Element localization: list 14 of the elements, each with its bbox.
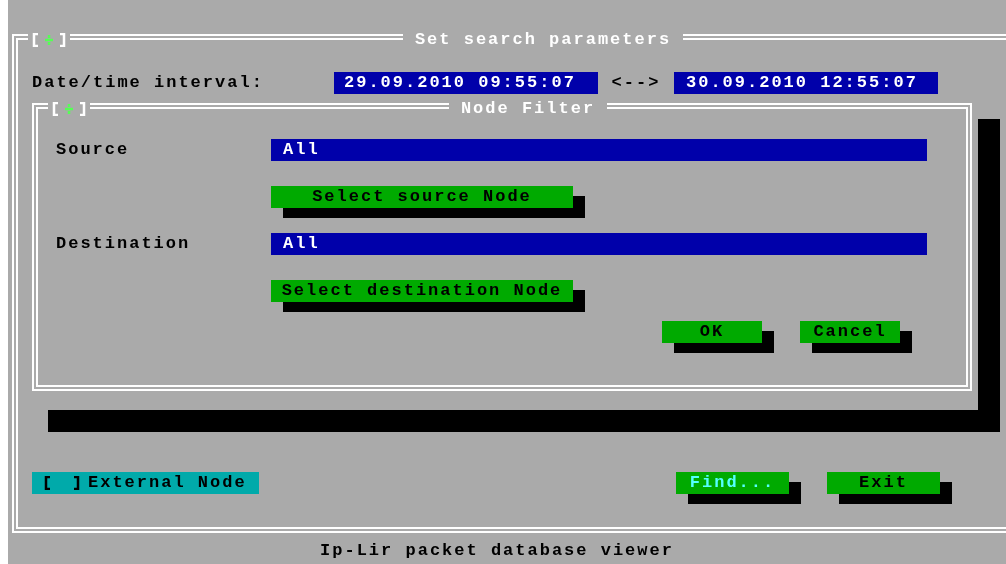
field-label: Source <box>56 139 131 162</box>
range-separator: <--> <box>610 72 662 95</box>
close-icon[interactable] <box>52 101 86 116</box>
field-label: Date/time interval: <box>32 72 265 95</box>
date-field[interactable]: 30.09.2010 12:55:07 <box>674 72 938 94</box>
checkbox-label: External Node <box>88 472 247 495</box>
field-label: Destination <box>56 232 192 255</box>
node-field[interactable]: All <box>271 232 927 255</box>
external-node-checkbox[interactable]: External Node <box>32 472 259 494</box>
close-icon[interactable] <box>32 32 66 47</box>
status-bar-text: Ip-Lir packet database viewer <box>320 539 674 562</box>
checkbox-icon <box>44 476 80 490</box>
date-field[interactable]: 29.09.2010 09:55:07 <box>334 72 598 94</box>
node-field[interactable]: All <box>271 139 927 161</box>
